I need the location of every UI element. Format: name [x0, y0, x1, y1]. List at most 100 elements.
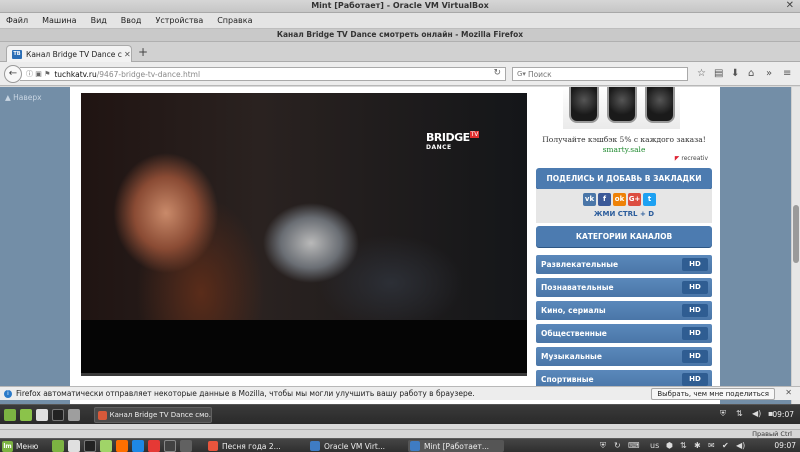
site-info-icon[interactable]: ⓘ ▣ ⚑ [26, 69, 50, 79]
mail-icon[interactable]: ✉ [708, 441, 715, 450]
file-manager-icon[interactable] [36, 409, 48, 421]
host-task-song[interactable]: Песня года 2... [206, 440, 281, 452]
notification-close-icon[interactable]: ✕ [785, 388, 792, 397]
category-label: Развлекательные [541, 260, 619, 269]
tab-close-icon[interactable]: ✕ [124, 50, 131, 59]
vk-share-icon[interactable]: vk [583, 193, 596, 206]
volume-icon[interactable]: ◀) [736, 441, 745, 450]
vbox-menu-input[interactable]: Ввод [119, 15, 144, 26]
url-bar[interactable]: ⓘ ▣ ⚑ tuchkatv.ru /9467-bridge-tv-dance.… [20, 67, 506, 81]
host-clock: 09:07 [774, 441, 796, 450]
hd-badge[interactable]: HD [682, 373, 708, 386]
file-manager-icon[interactable] [68, 440, 80, 452]
firefox-icon[interactable] [116, 440, 128, 452]
hd-badge[interactable]: HD [682, 327, 708, 340]
firefox-tabstrip: TB Канал Bridge TV Dance c... ✕ + [0, 42, 800, 62]
shield-icon[interactable]: ⛨ [720, 409, 726, 419]
keyboard-layout[interactable]: us [650, 441, 659, 450]
video-player[interactable]: BRIDGETV DANCE [81, 93, 527, 376]
vbox-menu-file[interactable]: Файл [4, 15, 30, 26]
hamburger-menu-icon[interactable]: ≡ [783, 68, 791, 79]
overflow-chevron-icon[interactable]: » [766, 68, 772, 79]
bluetooth-icon[interactable]: ✱ [694, 441, 701, 450]
shield-check-icon[interactable]: ✔ [722, 441, 729, 450]
ad-link[interactable]: smarty.sale [534, 145, 714, 154]
scrollbar-thumb[interactable] [793, 205, 799, 263]
vbox-icon[interactable] [180, 440, 192, 452]
search-bar[interactable]: G▾ [512, 67, 688, 81]
video-frame [81, 93, 527, 320]
hd-badge[interactable]: HD [682, 350, 708, 363]
sync-icon[interactable]: ↻ [614, 441, 621, 450]
hd-badge[interactable]: HD [682, 304, 708, 317]
new-tab-plus-icon[interactable]: + [138, 45, 148, 59]
virtualbox-icon [410, 441, 420, 451]
download-arrow-icon[interactable]: ⬇ [731, 68, 739, 79]
google-plus-share-icon[interactable]: G+ [628, 193, 641, 206]
update-icon[interactable]: ⬢ [666, 441, 673, 450]
back-arrow-icon[interactable]: ← [4, 65, 22, 83]
monitor-icon[interactable] [164, 440, 176, 452]
files-icon[interactable] [68, 409, 80, 421]
host-menu-button[interactable]: lm Меню [2, 439, 38, 452]
category-movies-series[interactable]: Кино, сериалы HD [536, 301, 712, 320]
search-input[interactable] [527, 69, 678, 79]
browser-icon[interactable] [132, 440, 144, 452]
choose-what-to-share-button[interactable]: Выбрать, чем мне поделиться [651, 388, 775, 400]
firefox-icon [208, 441, 218, 451]
terminal-icon[interactable] [84, 440, 96, 452]
vbox-menu-help[interactable]: Справка [215, 15, 254, 26]
yandex-browser-icon[interactable] [148, 440, 160, 452]
ad-banner-image[interactable] [563, 87, 680, 129]
folder-icon[interactable] [100, 440, 112, 452]
ad-network-name: recreativ [681, 155, 708, 162]
guest-taskbar: Канал Bridge TV Dance смо... ⛨ ⇅ ◀) ▪ 09… [0, 404, 800, 424]
ad-network-label[interactable]: ◤ recreativ [675, 155, 708, 162]
category-music[interactable]: Музыкальные HD [536, 347, 712, 366]
page-scrollbar[interactable] [791, 87, 800, 416]
terminal-icon[interactable] [52, 409, 64, 421]
back-to-top-link[interactable]: ▲ Наверх [5, 93, 42, 102]
data-notification-bar: i Firefox автоматически отправляет некот… [0, 386, 800, 400]
network-icon[interactable]: ⇅ [680, 441, 687, 450]
video-progress-track[interactable] [81, 373, 527, 376]
host-task-virtualbox[interactable]: Oracle VM Virt... [308, 440, 385, 452]
show-desktop-icon[interactable] [52, 440, 64, 452]
url-host: tuchkatv.ru [54, 69, 97, 79]
twitter-share-icon[interactable]: t [643, 193, 656, 206]
hd-badge[interactable]: HD [682, 258, 708, 271]
share-header: ПОДЕЛИСЬ И ДОБАВЬ В ЗАКЛАДКИ [536, 168, 712, 189]
network-icon[interactable]: ⇅ [736, 409, 743, 418]
search-engine-icon[interactable]: G▾ [517, 70, 526, 78]
vbox-menu-devices[interactable]: Устройства [153, 15, 205, 26]
mint-menu-icon[interactable] [4, 409, 16, 421]
tab-bridge-tv[interactable]: TB Канал Bridge TV Dance c... ✕ [6, 45, 132, 62]
bookmark-star-icon[interactable]: ☆ [697, 68, 706, 79]
categories-header: КАТЕГОРИИ КАНАЛОВ [536, 226, 712, 247]
volume-icon[interactable]: ◀) [752, 409, 761, 418]
odnoklassniki-share-icon[interactable]: ok [613, 193, 626, 206]
hd-badge[interactable]: HD [682, 281, 708, 294]
video-letterbox [81, 320, 527, 376]
library-icon[interactable]: ▤ [714, 68, 723, 79]
vbox-menu-machine[interactable]: Машина [40, 15, 78, 26]
home-icon[interactable]: ⌂ [748, 68, 754, 79]
reload-icon[interactable]: ↻ [493, 68, 501, 78]
host-task-mint-vm[interactable]: Mint [Работает... [408, 440, 504, 452]
facebook-share-icon[interactable]: f [598, 193, 611, 206]
keyboard-icon[interactable]: ⌨ [628, 441, 640, 450]
vbox-close-icon[interactable]: ✕ [786, 0, 794, 11]
guest-screen: Канал Bridge TV Dance смотреть онлайн - … [0, 29, 800, 429]
guest-task-label: Канал Bridge TV Dance смо... [109, 411, 211, 419]
ad-text[interactable]: Получайте кэшбэк 5% с каждого заказа! [534, 135, 714, 144]
category-public[interactable]: Общественные HD [536, 324, 712, 343]
category-educational[interactable]: Познавательные HD [536, 278, 712, 297]
vbox-menu-view[interactable]: Вид [89, 15, 109, 26]
show-desktop-icon[interactable] [20, 409, 32, 421]
guest-task-firefox[interactable]: Канал Bridge TV Dance смо... [94, 407, 212, 423]
vpn-icon[interactable]: ⛨ [600, 441, 606, 451]
category-label: Спортивные [541, 375, 594, 384]
virtualbox-icon [310, 441, 320, 451]
category-entertainment[interactable]: Развлекательные HD [536, 255, 712, 274]
vbox-window-title: Mint [Работает] - Oracle VM VirtualBox [311, 1, 489, 10]
